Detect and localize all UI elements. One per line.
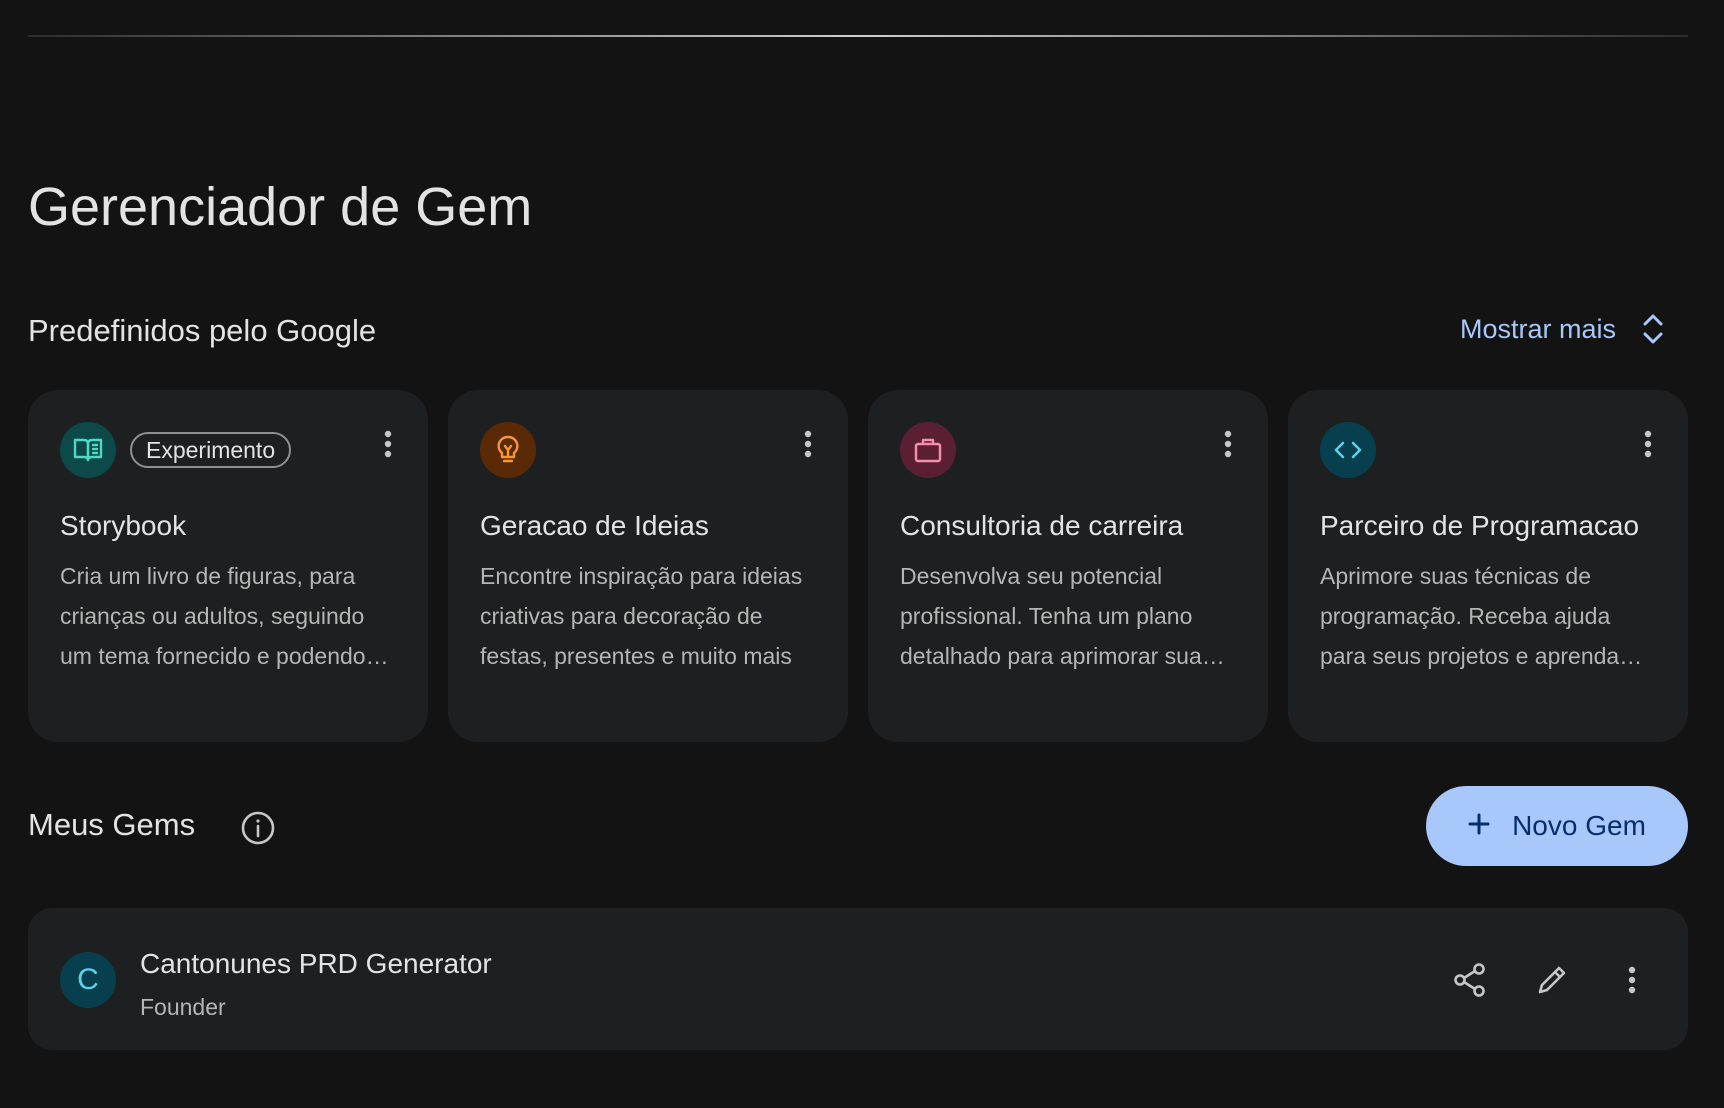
card-title: Storybook [60, 510, 187, 541]
gem-name: Cantonunes PRD Generator [140, 948, 492, 979]
my-gem-row[interactable]: C Cantonunes PRD Generator Founder [28, 908, 1688, 1050]
experiment-badge: Experimento [130, 432, 292, 468]
card-title: Consultoria de carreira [900, 510, 1184, 541]
expand-chevrons-icon [1642, 312, 1664, 346]
card-description: Encontre inspiração para ideias criativa… [480, 563, 803, 669]
gem-more-options-icon[interactable] [1610, 958, 1654, 1002]
gem-card-coding[interactable]: Parceiro de Programacao Aprimore suas té… [1288, 390, 1688, 742]
card-description: Aprimore suas técnicas de programação. R… [1320, 563, 1620, 669]
card-more-options-icon[interactable] [374, 426, 402, 462]
plus-icon [1468, 810, 1490, 842]
top-progress-divider [28, 35, 1688, 37]
card-more-options-icon[interactable] [794, 426, 822, 462]
card-more-options-icon[interactable] [1214, 426, 1242, 462]
new-gem-label: Novo Gem [1512, 810, 1646, 841]
show-more-button[interactable]: Mostrar mais [1460, 312, 1664, 346]
info-icon[interactable] [240, 810, 276, 846]
gem-avatar: C [60, 952, 116, 1008]
gem-card-ideas[interactable]: Geracao de Ideias Encontre inspiração pa… [448, 390, 848, 742]
gem-manager-page: Gerenciador de Gem Predefinidos pelo Goo… [0, 0, 1724, 1108]
gem-card-career[interactable]: Consultoria de carreira Desenvolva seu p… [868, 390, 1268, 742]
card-more-options-icon[interactable] [1634, 426, 1662, 462]
my-gems-section-title: Meus Gems [28, 807, 196, 842]
card-description: Desenvolva seu potencial profissional. T… [900, 563, 1214, 669]
new-gem-button[interactable]: Novo Gem [1426, 786, 1688, 866]
predefined-cards: Experimento Storybook Cria um livro de f… [28, 390, 1688, 742]
predefined-section-title: Predefinidos pelo Google [28, 313, 377, 348]
card-title: Parceiro de Programacao [1320, 510, 1640, 541]
gem-subtitle: Founder [140, 994, 226, 1020]
edit-pencil-icon[interactable] [1530, 958, 1574, 1002]
briefcase-icon [900, 422, 956, 478]
card-description: Cria um livro de figuras, para crianças … [60, 563, 366, 669]
book-icon [60, 422, 116, 478]
gem-card-storybook[interactable]: Experimento Storybook Cria um livro de f… [28, 390, 428, 742]
lightbulb-icon [480, 422, 536, 478]
show-more-label: Mostrar mais [1459, 313, 1616, 344]
code-icon [1320, 422, 1376, 478]
card-title: Geracao de Ideias [480, 510, 709, 541]
page-title: Gerenciador de Gem [28, 177, 533, 237]
share-icon[interactable] [1448, 958, 1492, 1002]
